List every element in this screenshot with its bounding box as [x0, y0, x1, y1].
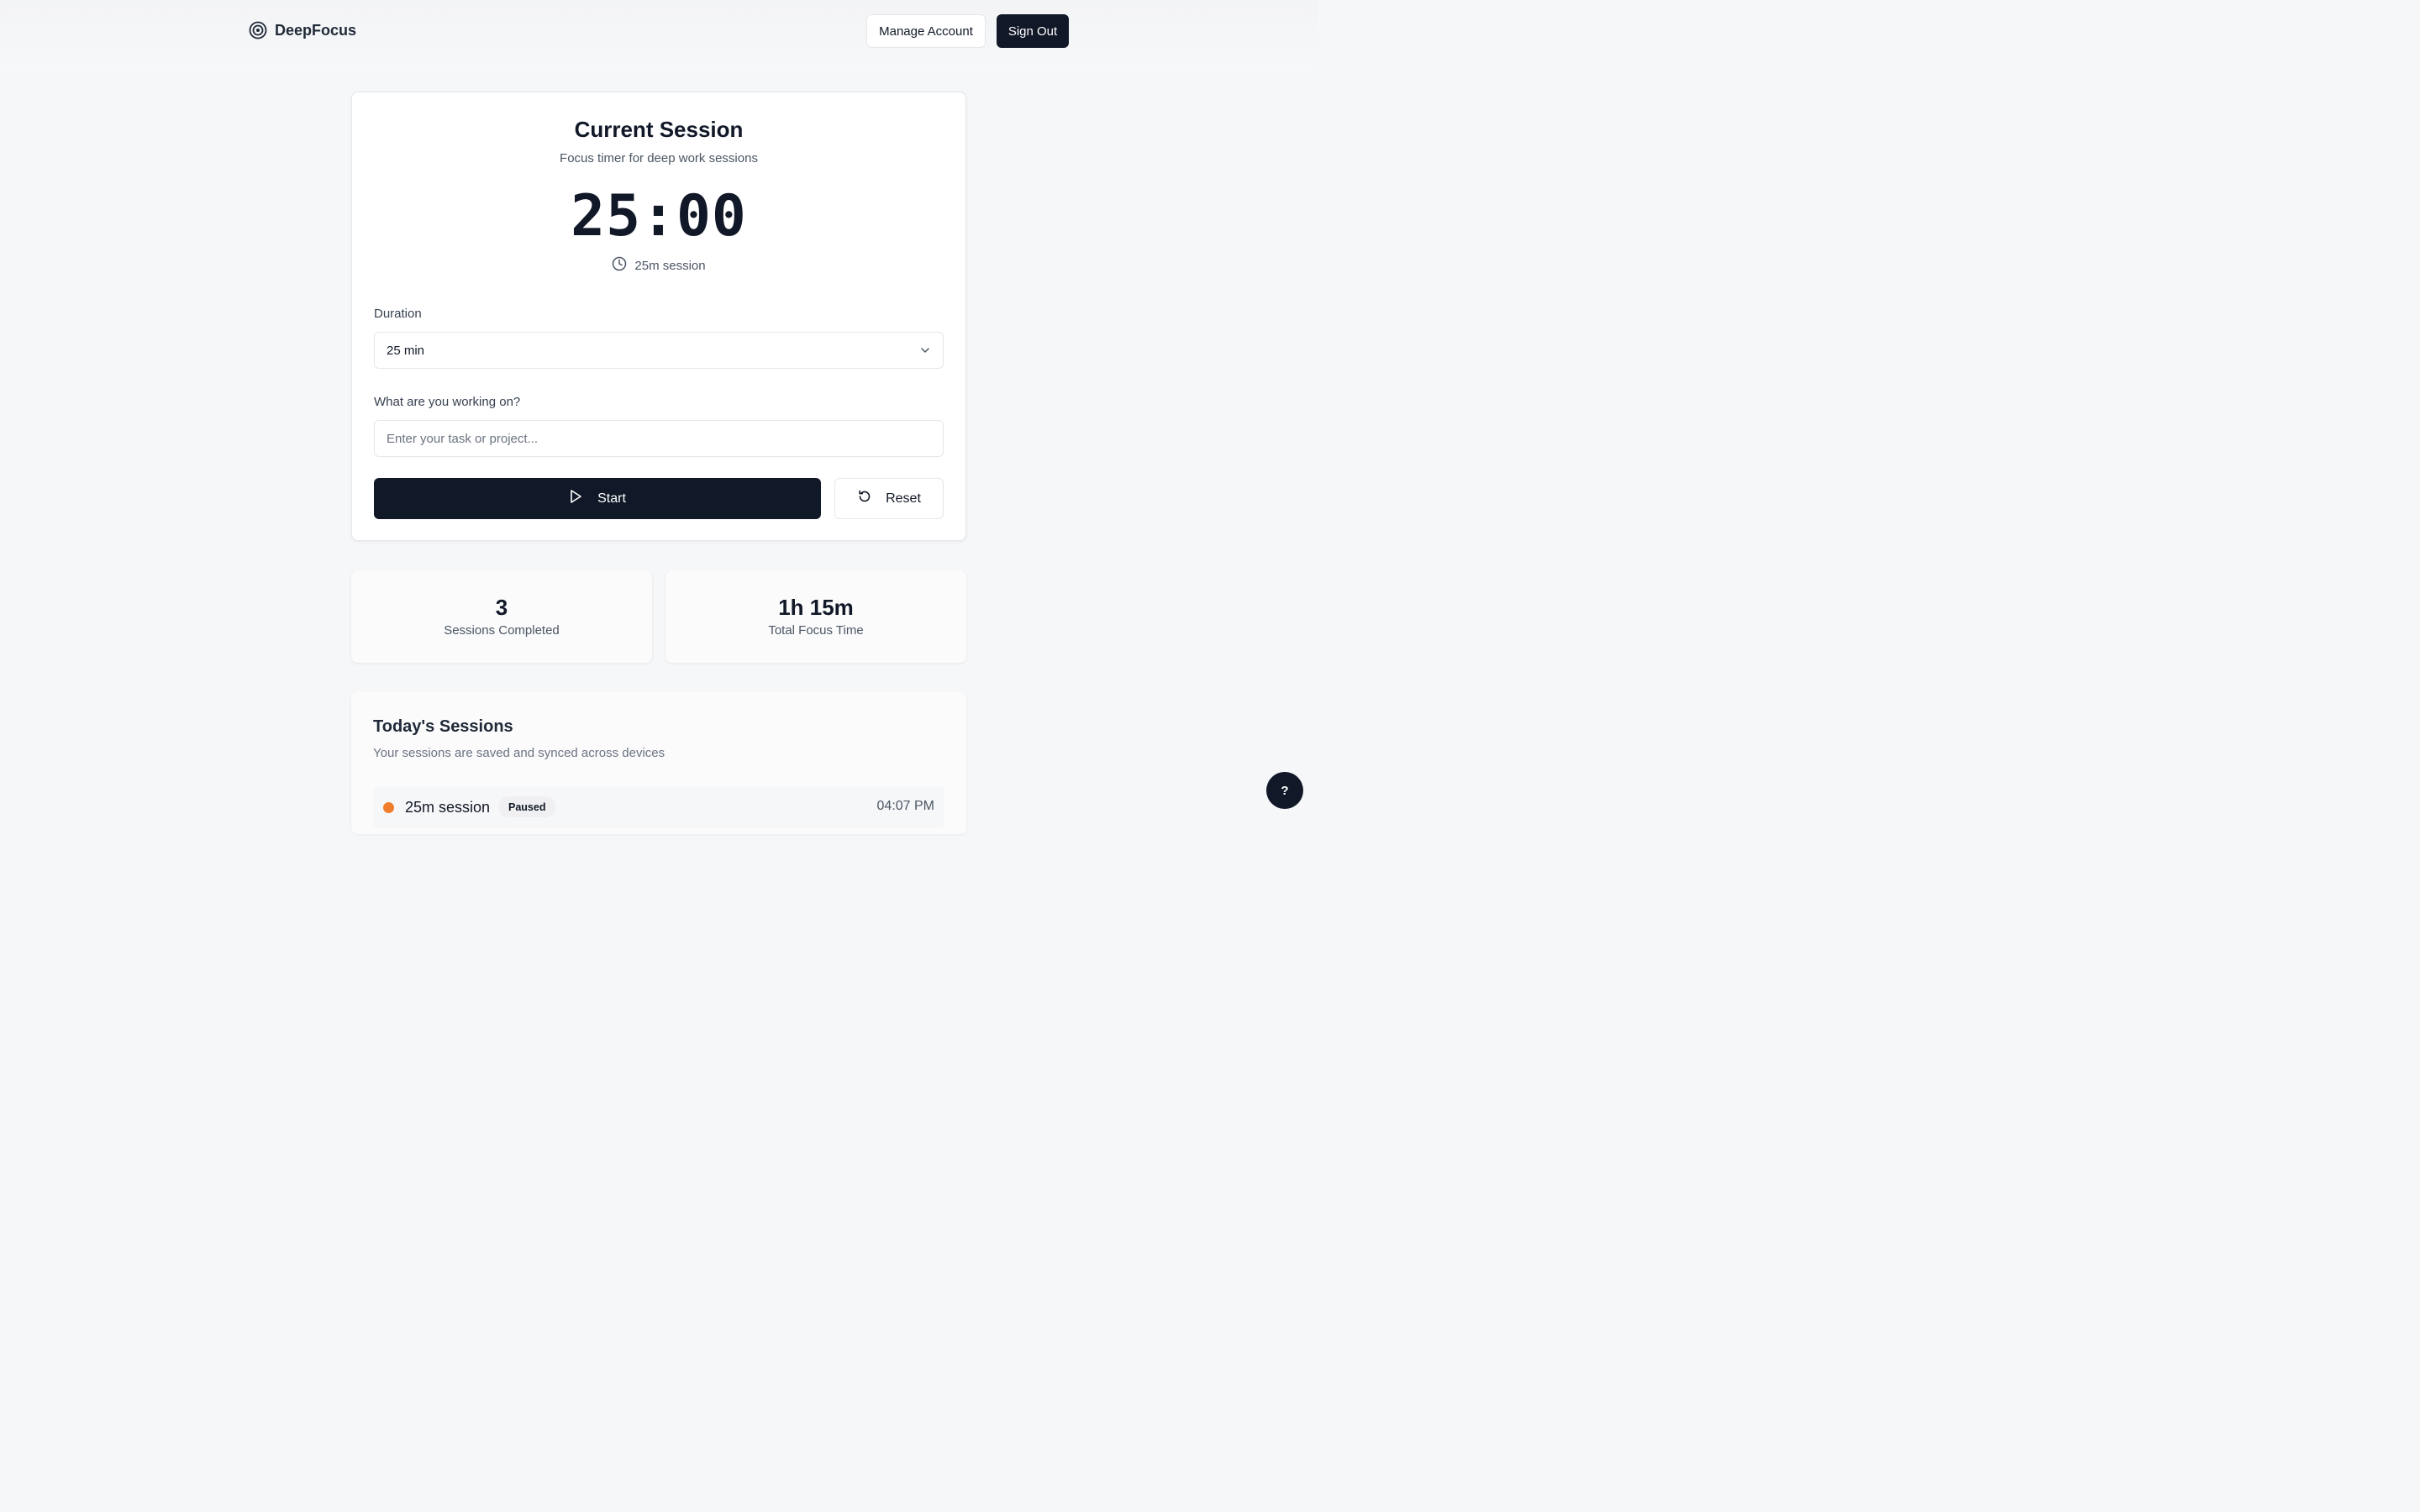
duration-label: Duration	[374, 307, 422, 321]
stat-value: 1h 15m	[778, 595, 854, 620]
status-dot	[383, 802, 394, 813]
duration-value: 25 min	[387, 343, 425, 358]
brand[interactable]: DeepFocus	[249, 21, 356, 39]
list-item[interactable]: 25m session Paused 04:07 PM	[373, 786, 944, 828]
timer-display: 25:00	[571, 183, 747, 249]
todays-sessions-card: Today's Sessions Your sessions are saved…	[351, 691, 966, 834]
help-button[interactable]: ?	[1266, 772, 1303, 809]
reset-icon	[857, 489, 872, 508]
timer-meta: 25m session	[352, 256, 965, 275]
reset-label: Reset	[886, 491, 921, 506]
stat-label: Total Focus Time	[768, 623, 864, 638]
duration-select[interactable]: 25 min	[374, 332, 944, 369]
play-icon	[569, 489, 582, 508]
session-title: Current Session	[574, 117, 744, 142]
session-name: 25m session	[405, 799, 491, 816]
history-subtitle: Your sessions are saved and synced acros…	[373, 746, 666, 760]
task-input[interactable]	[374, 420, 944, 457]
task-label: What are you working on?	[374, 395, 521, 409]
timer-meta-label: 25m session	[634, 258, 706, 273]
sign-out-button[interactable]: Sign Out	[997, 14, 1069, 48]
session-subtitle: Focus timer for deep work sessions	[560, 151, 758, 165]
status-badge: Paused	[498, 796, 556, 817]
reset-button[interactable]: Reset	[834, 478, 944, 519]
start-button[interactable]: Start	[374, 478, 821, 519]
clock-icon	[612, 256, 627, 275]
session-time: 04:07 PM	[876, 799, 934, 813]
manage-account-button[interactable]: Manage Account	[866, 14, 986, 48]
current-session-card: Current Session Focus timer for deep wor…	[351, 92, 966, 541]
stat-value: 3	[495, 595, 508, 620]
target-icon	[249, 21, 267, 39]
stat-total-focus-time: 1h 15m Total Focus Time	[666, 570, 966, 663]
top-bar: DeepFocus Manage Account Sign Out	[0, 0, 1318, 77]
start-label: Start	[597, 491, 626, 506]
stat-sessions-completed: 3 Sessions Completed	[351, 570, 652, 663]
stat-label: Sessions Completed	[444, 623, 560, 638]
chevron-down-icon	[919, 344, 931, 360]
history-title: Today's Sessions	[373, 717, 513, 736]
brand-name: DeepFocus	[275, 21, 357, 39]
